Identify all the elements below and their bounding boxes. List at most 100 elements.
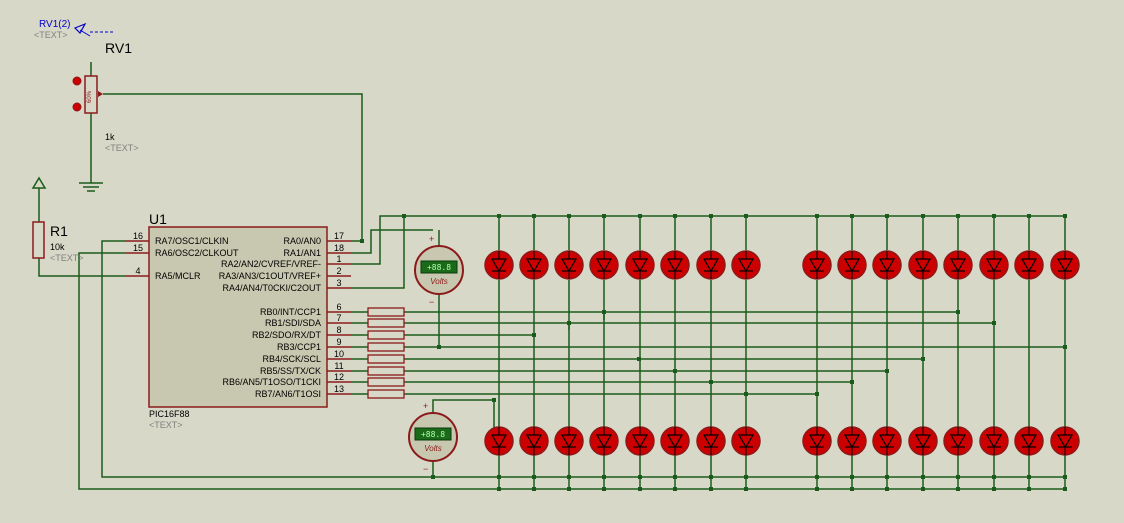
junction-dot [602,214,606,218]
meter-reading: +88.8 [421,430,445,439]
junction-dot [532,214,536,218]
r1-text-placeholder: <TEXT> [50,253,84,263]
led-icon [589,250,619,280]
junction-dot [637,357,641,361]
junction-dot [956,310,960,314]
network-resistor [367,307,405,317]
ic-pin-name: RA4/AN4/T0CKI/C2OUT [222,283,321,293]
junction-dot [956,475,960,479]
potentiometer-rv1[interactable]: 60% RV1 1k <TEXT> [72,40,139,153]
meter-unit: Volts [430,277,448,286]
ic-pin-number: 15 [133,243,143,253]
ic-pin-name: RB2/SDO/RX/DT [252,330,322,340]
led-icon [625,250,655,280]
led-icon [484,250,514,280]
junction-dot [497,487,501,491]
ic-pin-name: RB1/SDI/SDA [265,318,321,328]
led-icon [519,250,549,280]
wire [103,93,363,242]
probe-text-placeholder: <TEXT> [34,30,68,40]
junction-dot [532,333,536,337]
junction-dot [497,475,501,479]
ic-pin-number: 4 [135,266,140,276]
wire [351,216,405,289]
ic-pin-number: 7 [336,313,341,323]
ic-pin-number: 16 [133,231,143,241]
ic-pin-number: 3 [336,278,341,288]
junction-dot [567,487,571,491]
rv1-ref: RV1 [105,40,132,56]
ic-pin-name: RB5/SS/TX/CK [260,366,321,376]
power-terminal-icon [31,176,47,189]
junction-dot [602,475,606,479]
components: RV1(2) <TEXT> 60% RV1 1k <TEXT> R1 10k <… [31,19,1080,474]
meter-unit: Volts [424,444,442,453]
microcontroller-u1[interactable]: U1 PIC16F88 <TEXT> 16 RA7/OSC1/CLKIN15 RA6… [125,211,351,430]
junction-dot [815,487,819,491]
junction-dot [1027,487,1031,491]
junction-dot [1027,214,1031,218]
led-icon [1014,426,1044,456]
resistor-network [367,307,405,399]
junction-dot [850,214,854,218]
u1-ref: U1 [149,211,167,227]
ic-pin-name: RA0/AN0 [283,236,321,246]
led-icon [731,426,761,456]
led-icon [908,250,938,280]
ic-pin-number: 13 [334,384,344,394]
network-resistor [367,354,405,364]
led-array [484,250,1080,456]
led-icon [979,250,1009,280]
junction-dot [638,487,642,491]
led-icon [872,426,902,456]
junction-dot [709,487,713,491]
ic-pin-number: 11 [334,361,343,371]
led-icon [519,426,549,456]
ic-pin-name: RA3/AN3/C1OUT/VREF+ [219,271,321,281]
wiper-arrow-icon [98,91,103,97]
junction-dot [885,487,889,491]
ic-pin-number: 10 [334,349,344,359]
led-icon [837,250,867,280]
led-icon [589,426,619,456]
probe-lead [79,29,91,37]
junction-dot [885,475,889,479]
led-icon [484,426,514,456]
resistor-r1[interactable]: R1 10k <TEXT> [32,221,84,263]
r1-ref: R1 [50,223,68,239]
ic-pin-name: RA7/OSC1/CLKIN [155,236,229,246]
ic-pin-number: 2 [336,266,341,276]
junction-dot [992,487,996,491]
led-icon [554,426,584,456]
junction-dot [815,475,819,479]
led-icon [802,426,832,456]
ic-pin-name: RB3/CCP1 [277,342,321,352]
increase-button-icon[interactable] [72,76,82,86]
voltage-probe[interactable]: RV1(2) <TEXT> [34,19,113,40]
led-icon [943,426,973,456]
junction-dot [567,214,571,218]
junction-dot [567,475,571,479]
network-resistor [367,377,405,387]
led-icon [1014,250,1044,280]
network-resistor [367,330,405,340]
potentiometer-percent: 60% [87,90,93,103]
meter-plus-sign: + [429,234,434,244]
junction-dot [956,487,960,491]
network-resistor [367,366,405,376]
junction-dot [497,214,501,218]
junction-dot [492,398,496,402]
ic-pin-number: 17 [334,231,344,241]
junction-dot [815,214,819,218]
ic-pin-number: 8 [336,325,341,335]
meter-reading: +88.8 [427,263,451,272]
junction-dot [921,214,925,218]
led-icon [943,250,973,280]
resistor-body [32,221,45,259]
led-icon [696,250,726,280]
junction-dot [885,214,889,218]
led-icon [1050,250,1080,280]
decrease-button-icon[interactable] [72,102,82,112]
junction-dot [992,321,996,325]
meter-plus-sign: + [423,401,428,411]
